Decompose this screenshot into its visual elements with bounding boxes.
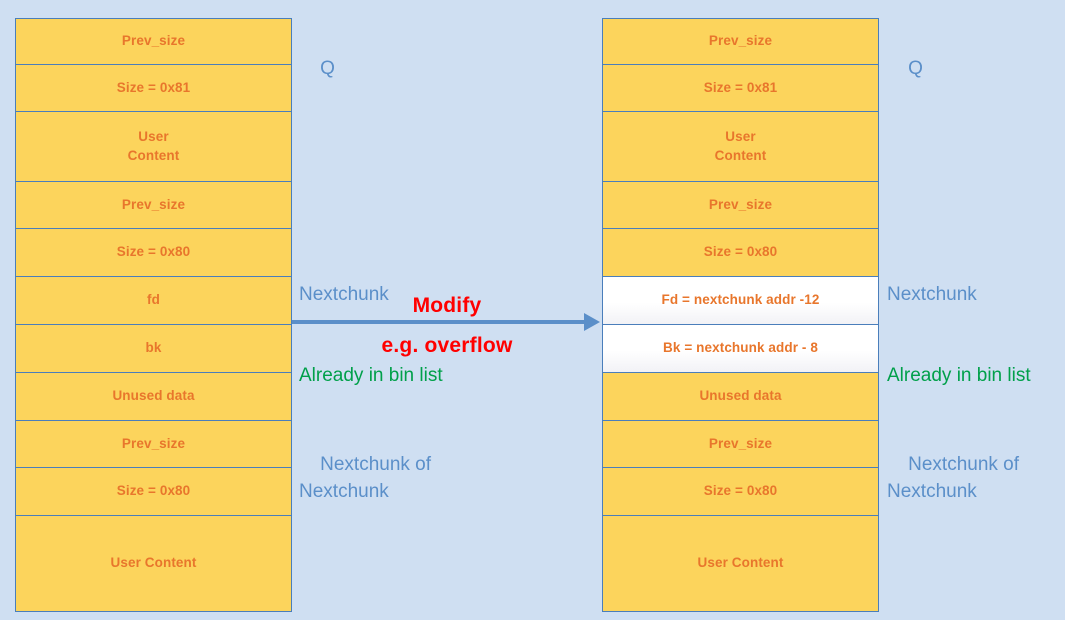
chunk-row: User Content <box>16 516 291 611</box>
chunk-row-label: User Content <box>714 129 767 163</box>
diagram-canvas: Prev_size Size = 0x81 User Content Prev_… <box>0 0 1065 620</box>
annotation-q-left-text: Q <box>320 57 335 79</box>
arrow-line-icon <box>292 320 592 324</box>
annotation-q-left: Q <box>299 29 335 110</box>
chunk-row: Prev_size <box>603 19 878 65</box>
chunk-row: Size = 0x80 <box>16 468 291 516</box>
chunk-column-before: Prev_size Size = 0x81 User Content Prev_… <box>15 18 292 612</box>
annotation-nextchunk-of-nextchunk-left: Nextchunk of Nextchunk <box>299 425 431 533</box>
chunk-row-label: User Content <box>697 555 784 571</box>
annotation-nextchunk-of-nextchunk-right-text: Nextchunk of Nextchunk <box>887 453 1020 502</box>
chunk-row: Prev_size <box>16 19 291 65</box>
chunk-row: User Content <box>603 112 878 182</box>
arrow-head-icon <box>584 313 600 331</box>
chunk-row-label: User Content <box>127 129 180 163</box>
chunk-row-label: bk <box>145 340 162 356</box>
chunk-row-fd: fd <box>16 277 291 325</box>
chunk-row-bk: bk <box>16 325 291 373</box>
chunk-row: Size = 0x81 <box>603 65 878 112</box>
chunk-row-label: Bk = nextchunk addr - 8 <box>663 340 818 356</box>
chunk-row-label: Prev_size <box>708 196 773 212</box>
chunk-row: Prev_size <box>603 421 878 468</box>
chunk-row-label: Unused data <box>112 388 195 404</box>
modify-arrow-group: Modify e.g. overflow <box>292 288 602 366</box>
chunk-row-label: Size = 0x80 <box>703 244 778 260</box>
chunk-row-label: Prev_size <box>121 33 186 49</box>
annotation-nextchunk-right-text: Nextchunk <box>887 283 977 305</box>
chunk-row-label: Size = 0x81 <box>116 79 191 95</box>
chunk-row: Prev_size <box>603 182 878 229</box>
chunk-row: Prev_size <box>16 421 291 468</box>
chunk-row-label: Prev_size <box>708 435 773 451</box>
chunk-row-label: Unused data <box>699 388 782 404</box>
chunk-row-label: Prev_size <box>121 435 186 451</box>
chunk-row-label: Prev_size <box>708 33 773 49</box>
chunk-row: Size = 0x80 <box>603 229 878 277</box>
annotation-bin-list-right-text: Already in bin list <box>887 364 1031 386</box>
modify-label: Modify <box>412 294 482 317</box>
chunk-row-label: Fd = nextchunk addr -12 <box>661 292 820 308</box>
chunk-row: User Content <box>603 516 878 611</box>
chunk-row-label: Size = 0x80 <box>116 244 191 260</box>
chunk-row-label: User Content <box>110 555 197 571</box>
annotation-q-right: Q <box>887 29 923 110</box>
chunk-row: Prev_size <box>16 182 291 229</box>
chunk-row: User Content <box>16 112 291 182</box>
chunk-column-after: Prev_size Size = 0x81 User Content Prev_… <box>602 18 879 612</box>
chunk-row-label: fd <box>147 292 160 308</box>
annotation-nextchunk-right: Nextchunk Already in bin list <box>887 228 1031 444</box>
chunk-row: Unused data <box>16 373 291 421</box>
chunk-row-label: Size = 0x81 <box>703 79 778 95</box>
annotation-nextchunk-of-nextchunk-left-text: Nextchunk of Nextchunk <box>299 453 432 502</box>
annotation-bin-list-left-text: Already in bin list <box>299 364 443 386</box>
chunk-row: Unused data <box>603 373 878 421</box>
chunk-row-label: Prev_size <box>121 196 186 212</box>
annotation-nextchunk-of-nextchunk-right: Nextchunk of Nextchunk <box>887 425 1019 533</box>
chunk-row-label: Size = 0x80 <box>703 483 778 499</box>
annotation-q-right-text: Q <box>908 57 923 79</box>
chunk-row: Size = 0x80 <box>16 229 291 277</box>
chunk-row-label: Size = 0x80 <box>116 483 191 499</box>
chunk-row: Size = 0x81 <box>16 65 291 112</box>
chunk-row: Size = 0x80 <box>603 468 878 516</box>
overflow-label: e.g. overflow <box>381 334 513 357</box>
chunk-row-bk: Bk = nextchunk addr - 8 <box>603 325 878 373</box>
chunk-row-fd: Fd = nextchunk addr -12 <box>603 277 878 325</box>
